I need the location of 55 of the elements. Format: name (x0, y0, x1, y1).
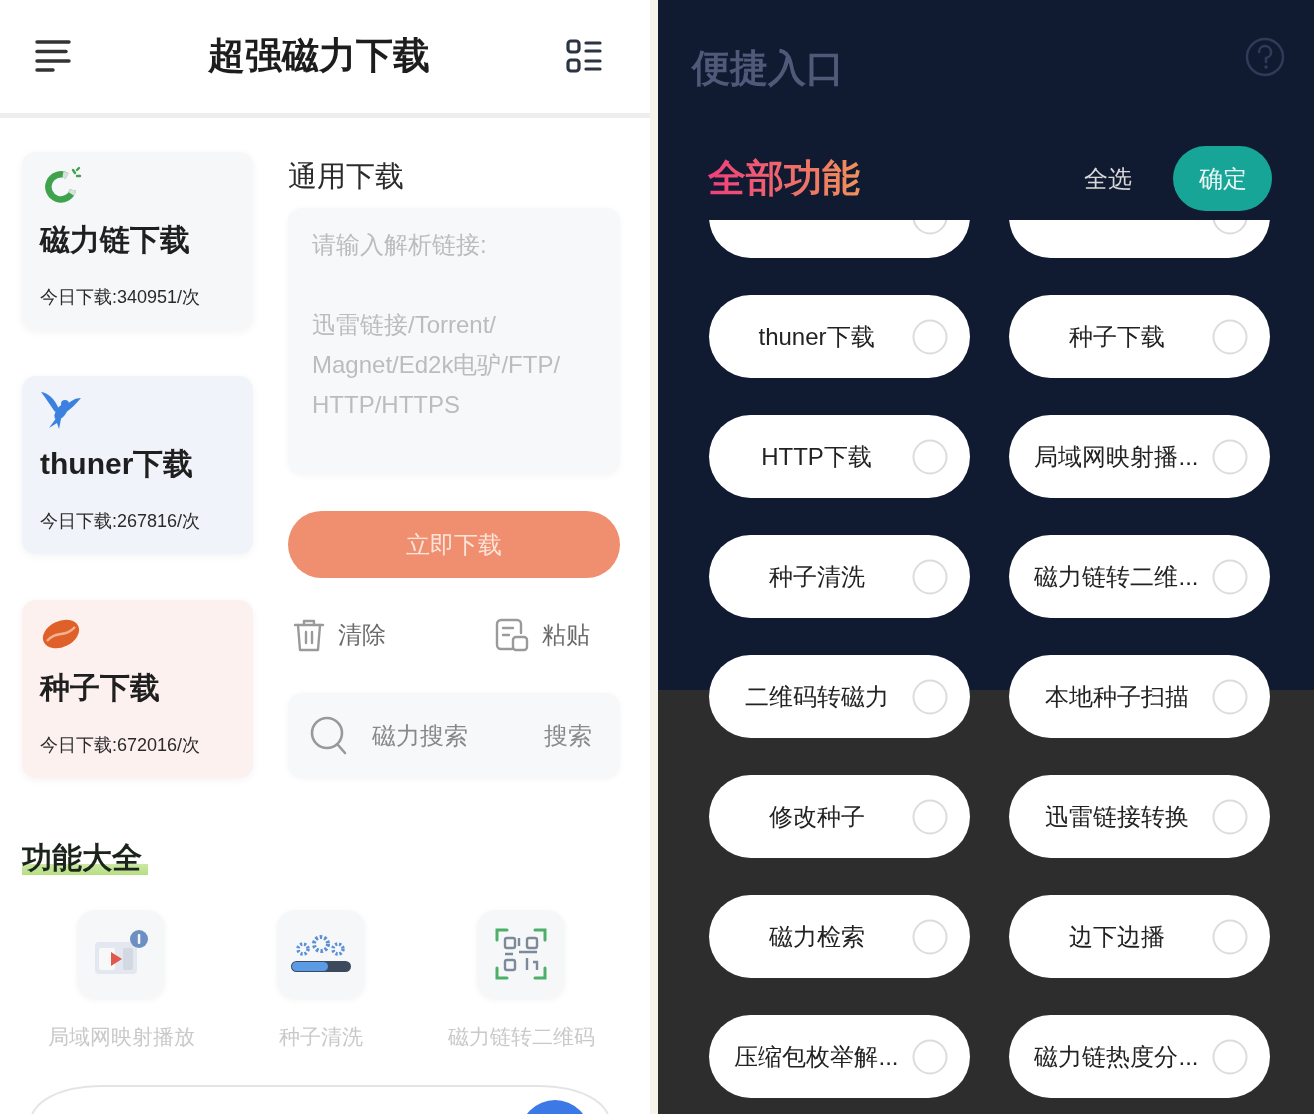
search-icon (310, 715, 348, 756)
option-pill[interactable]: 磁力检索 (709, 895, 970, 978)
select-all-button[interactable]: 全选 (1084, 162, 1132, 195)
gears-progress-icon[interactable] (277, 910, 365, 998)
option-pill[interactable]: 压缩包枚举解... (709, 1015, 970, 1098)
download-card[interactable]: 磁力链下载 今日下载:340951/次 (22, 152, 253, 330)
option-pill[interactable]: HTTP下载 (709, 415, 970, 498)
radio-icon[interactable] (912, 798, 948, 835)
radio-icon[interactable] (912, 438, 948, 475)
download-count: 今日下载:340951/次 (40, 286, 201, 309)
background-title: 便捷入口 (692, 46, 844, 91)
clear-button[interactable]: 清除 (293, 618, 386, 652)
radio-icon[interactable] (1212, 438, 1248, 475)
option-pill[interactable]: 磁力链转二维... (1009, 535, 1270, 618)
card-title: thuner下载 (40, 446, 194, 482)
radio-icon[interactable] (912, 678, 948, 715)
option-pill[interactable]: 边下边播 (1009, 895, 1270, 978)
radio-icon[interactable] (912, 558, 948, 595)
download-card[interactable]: thuner下载 今日下载:267816/次 (22, 376, 253, 554)
radio-icon[interactable] (912, 1038, 948, 1075)
radio-icon[interactable] (1212, 918, 1248, 955)
clipboard-icon (495, 618, 529, 652)
radio-icon[interactable] (1212, 678, 1248, 715)
card-title: 种子下载 (40, 670, 160, 706)
download-card[interactable]: 种子下载 今日下载:672016/次 (22, 600, 253, 778)
option-pill[interactable]: 迅雷链接转换 (1009, 775, 1270, 858)
radio-icon[interactable] (912, 918, 948, 955)
option-pill[interactable]: 种子下载 (1009, 295, 1270, 378)
option-pill[interactable]: 修改种子 (709, 775, 970, 858)
card-title: 磁力链下载 (40, 222, 190, 258)
link-input-field[interactable]: 请输入解析链接: 迅雷链接/Torrent/ Magnet/Ed2k电驴/FTP/ HTTP/HTTPS (288, 208, 620, 475)
radio-icon[interactable] (912, 318, 948, 355)
trash-icon (293, 618, 325, 652)
section-heading: 通用下载 (288, 159, 405, 193)
bird-icon (40, 390, 82, 430)
download-count: 今日下载:267816/次 (40, 510, 201, 533)
option-pill[interactable]: 磁力链热度分... (1009, 1015, 1270, 1098)
radio-icon[interactable] (1212, 1038, 1248, 1075)
grid-list-icon[interactable] (566, 38, 602, 73)
radio-icon[interactable] (1212, 558, 1248, 595)
menu-icon[interactable] (35, 38, 71, 73)
option-pill[interactable]: 二维码转磁力 (709, 655, 970, 738)
app-title: 超强磁力下载 (207, 33, 430, 78)
download-count: 今日下载:672016/次 (40, 734, 201, 757)
video-play-icon[interactable] (77, 910, 165, 998)
radio-icon[interactable] (1212, 798, 1248, 835)
option-pill[interactable]: 局域网映射播... (1009, 415, 1270, 498)
option-pill[interactable]: thuner下载 (709, 295, 970, 378)
option-pill[interactable]: 本地种子扫描 (1009, 655, 1270, 738)
help-icon[interactable] (1245, 37, 1285, 77)
search-field[interactable]: 磁力搜索 (372, 717, 544, 754)
qr-code-icon[interactable] (477, 910, 565, 998)
paste-button[interactable]: 粘贴 (495, 618, 590, 652)
radio-icon[interactable] (1212, 318, 1248, 355)
option-pill[interactable]: 种子清洗 (709, 535, 970, 618)
